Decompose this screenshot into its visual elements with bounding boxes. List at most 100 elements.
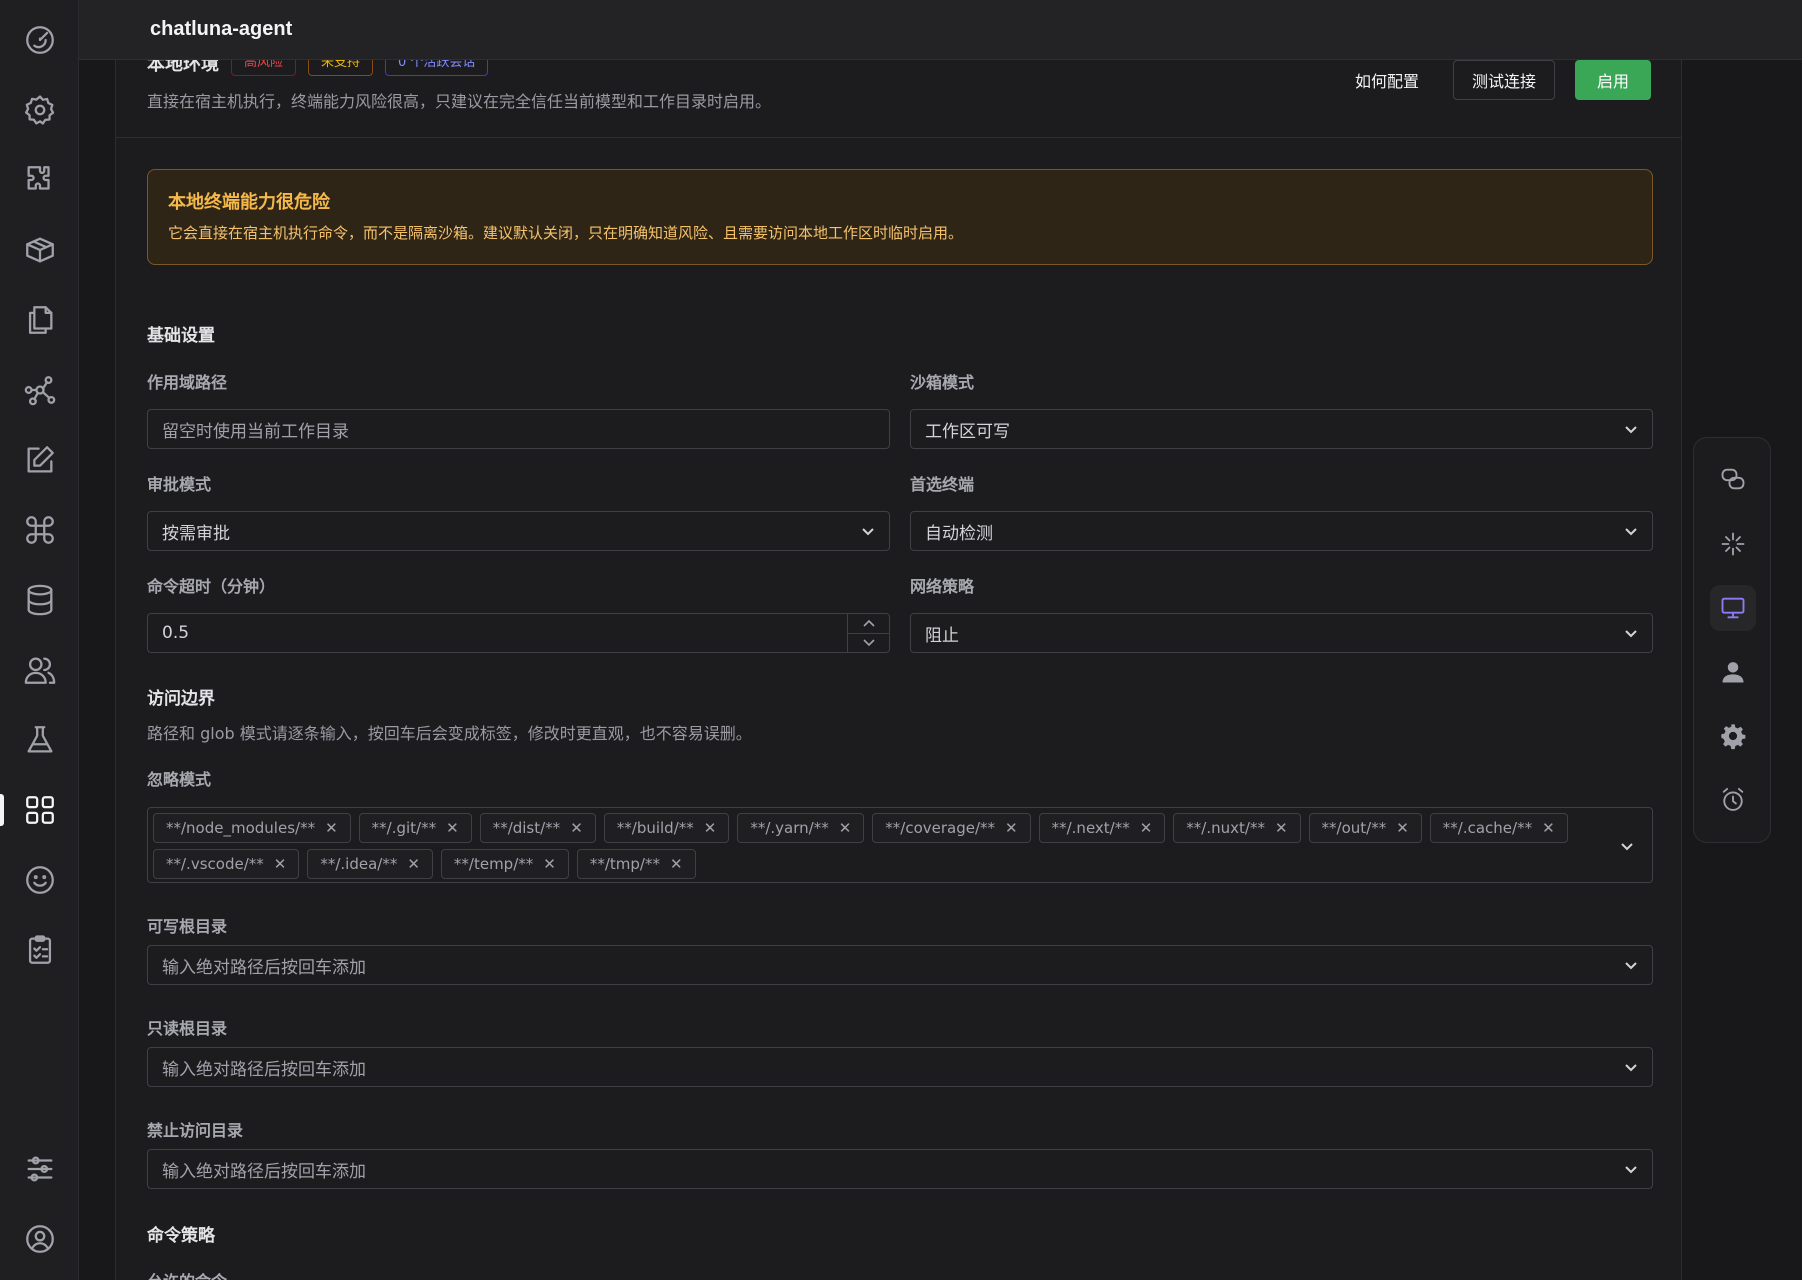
chevron-down-icon: [1625, 962, 1637, 970]
monitor-button[interactable]: [1710, 585, 1756, 631]
pattern-chip: **/coverage/** ✕: [872, 813, 1031, 843]
sliders-icon: [27, 1156, 52, 1182]
remove-chip-icon[interactable]: ✕: [1140, 820, 1153, 836]
pattern-chip-label: **/.nuxt/**: [1186, 819, 1265, 837]
writable-roots-label: 可写根目录: [147, 917, 228, 936]
pattern-chip-label: **/.cache/**: [1442, 819, 1533, 837]
remove-chip-icon[interactable]: ✕: [325, 820, 338, 836]
chat-icon: [1721, 468, 1745, 490]
remove-chip-icon[interactable]: ✕: [704, 820, 717, 836]
remove-chip-icon[interactable]: ✕: [1005, 820, 1018, 836]
sidebar-item-apps[interactable]: [0, 780, 79, 840]
pattern-chip: **/.yarn/** ✕: [737, 813, 865, 843]
remove-chip-icon[interactable]: ✕: [446, 820, 459, 836]
files-icon: [28, 306, 52, 334]
sidebar-item-dashboard[interactable]: [0, 10, 79, 70]
readonly-roots-input[interactable]: 输入绝对路径后按回车添加: [147, 1047, 1653, 1087]
sidebar-item-settings[interactable]: [0, 80, 79, 140]
monitor-icon: [1721, 597, 1745, 619]
command-icon: [25, 516, 54, 544]
environment-description: 直接在宿主机执行，终端能力风险很高，只建议在完全信任当前模型和工作目录时启用。: [147, 92, 772, 111]
pattern-chip: **/tmp/** ✕: [576, 849, 696, 879]
remove-chip-icon[interactable]: ✕: [839, 820, 852, 836]
pattern-chip-label: **/.vscode/**: [166, 855, 264, 873]
preferred-terminal-select[interactable]: 自动检测: [910, 511, 1653, 551]
approval-mode-select[interactable]: 按需审批: [147, 511, 890, 551]
sidebar-item-preferences[interactable]: [0, 1139, 79, 1199]
gear-icon: [24, 95, 54, 125]
sidebar-item-files[interactable]: [0, 290, 79, 350]
grid-icon: [25, 796, 54, 824]
pattern-chip: **/temp/** ✕: [440, 849, 569, 879]
remove-chip-icon[interactable]: ✕: [670, 856, 683, 872]
remove-chip-icon[interactable]: ✕: [543, 856, 556, 872]
settings-icon: [1721, 724, 1746, 750]
scope-path-input[interactable]: 留空时使用当前工作目录: [147, 409, 890, 449]
sidebar-item-users[interactable]: [0, 640, 79, 700]
enable-button[interactable]: 启用: [1574, 60, 1651, 100]
danger-alert: 本地终端能力很危险 它会直接在宿主机执行命令，而不是隔离沙箱。建议默认关闭，只在…: [147, 169, 1653, 265]
remove-chip-icon[interactable]: ✕: [407, 856, 420, 872]
forbidden-dirs-placeholder: 输入绝对路径后按回车添加: [162, 1161, 366, 1182]
remove-chip-icon[interactable]: ✕: [1396, 820, 1409, 836]
left-sidebar: [0, 0, 79, 1280]
ignore-patterns-chips: **/node_modules/** ✕ **/.git/** ✕ **/dist/**…: [153, 813, 1602, 879]
stepper-decrement-button[interactable]: [848, 634, 889, 653]
pattern-chip: **/.nuxt/** ✕: [1173, 813, 1301, 843]
pattern-chip: **/build/** ✕: [603, 813, 730, 843]
writable-roots-input[interactable]: 输入绝对路径后按回车添加: [147, 945, 1653, 985]
sidebar-item-commands[interactable]: [0, 500, 79, 560]
sandbox-mode-select[interactable]: 工作区可写: [910, 409, 1653, 449]
chat-button[interactable]: [1710, 456, 1756, 502]
command-timeout-label: 命令超时（分钟）: [147, 577, 276, 596]
chevron-down-icon: [1621, 843, 1633, 851]
remove-chip-icon[interactable]: ✕: [570, 820, 583, 836]
ignore-patterns-label: 忽略模式: [147, 770, 212, 789]
pattern-chip: **/dist/** ✕: [479, 813, 596, 843]
sidebar-item-graph[interactable]: [0, 360, 79, 420]
forbidden-dirs-input[interactable]: 输入绝对路径后按回车添加: [147, 1149, 1653, 1189]
sidebar-item-tasks[interactable]: [0, 920, 79, 980]
sidebar-item-editor[interactable]: [0, 430, 79, 490]
effects-button[interactable]: [1710, 521, 1756, 567]
sidebar-item-database[interactable]: [0, 570, 79, 630]
pattern-chip-label: **/.next/**: [1051, 819, 1130, 837]
sidebar-item-plugins[interactable]: [0, 150, 79, 210]
sidebar-item-account[interactable]: [0, 1209, 79, 1269]
chevron-down-icon: [1625, 528, 1637, 536]
pattern-chip-label: **/node_modules/**: [166, 819, 316, 837]
network-policy-select[interactable]: 阻止: [910, 613, 1653, 653]
remove-chip-icon[interactable]: ✕: [1542, 820, 1555, 836]
test-connection-button[interactable]: 测试连接: [1452, 60, 1555, 100]
network-policy-label: 网络策略: [910, 577, 975, 596]
pattern-chip-label: **/dist/**: [492, 819, 561, 837]
app-title: chatluna-agent: [150, 18, 293, 40]
sidebar-item-persona[interactable]: [0, 850, 79, 910]
access-boundary-help: 路径和 glob 模式请逐条输入，按回车后会变成标签，修改时更直观，也不容易误删…: [147, 724, 752, 743]
pattern-chip-label: **/tmp/**: [589, 855, 660, 873]
danger-alert-body: 它会直接在宿主机执行命令，而不是隔离沙箱。建议默认关闭，只在明确知道风险、且需要…: [168, 224, 964, 242]
pattern-chip: **/.git/** ✕: [358, 813, 472, 843]
schedule-button[interactable]: [1710, 777, 1756, 823]
scope-path-label: 作用域路径: [147, 373, 228, 392]
chevron-up-icon: [862, 620, 875, 627]
sidebar-item-market[interactable]: [0, 220, 79, 280]
right-toolbar: [1693, 437, 1771, 843]
remove-chip-icon[interactable]: ✕: [274, 856, 287, 872]
pattern-chip-label: **/build/**: [616, 819, 694, 837]
database-icon: [27, 584, 52, 616]
pattern-chip-label: **/temp/**: [453, 855, 534, 873]
sparkle-icon: [1721, 532, 1745, 556]
chevron-down-icon: [1625, 1064, 1637, 1072]
allowed-commands-label: 允许的命令: [147, 1268, 227, 1280]
stepper-increment-button[interactable]: [848, 614, 889, 634]
command-timeout-stepper[interactable]: 0.5: [147, 613, 890, 653]
profile-button[interactable]: [1710, 649, 1756, 695]
remove-chip-icon[interactable]: ✕: [1275, 820, 1288, 836]
sidebar-item-lab[interactable]: [0, 710, 79, 770]
settings-button[interactable]: [1710, 713, 1756, 759]
how-to-config-button[interactable]: 如何配置: [1341, 60, 1433, 100]
approval-mode-value: 按需审批: [162, 523, 230, 544]
pattern-chip-label: **/coverage/**: [885, 819, 996, 837]
ignore-patterns-input[interactable]: **/node_modules/** ✕ **/.git/** ✕ **/dist/**…: [147, 807, 1653, 883]
